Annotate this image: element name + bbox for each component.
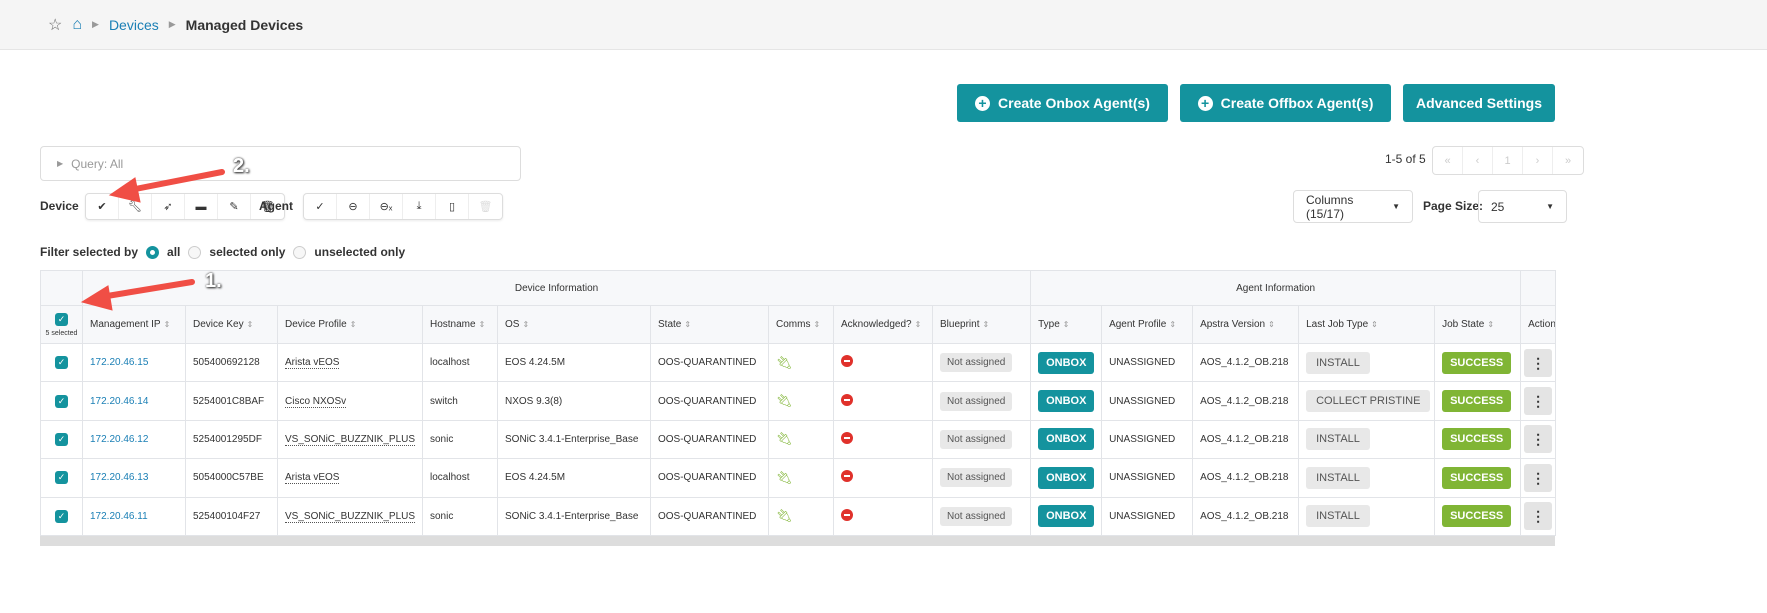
annotation-label-2: 2. xyxy=(233,155,250,177)
arrowhead xyxy=(108,177,141,203)
annotation-label-1: 1. xyxy=(205,270,222,292)
arrowhead xyxy=(80,285,113,311)
annotation-arrows xyxy=(80,169,225,311)
